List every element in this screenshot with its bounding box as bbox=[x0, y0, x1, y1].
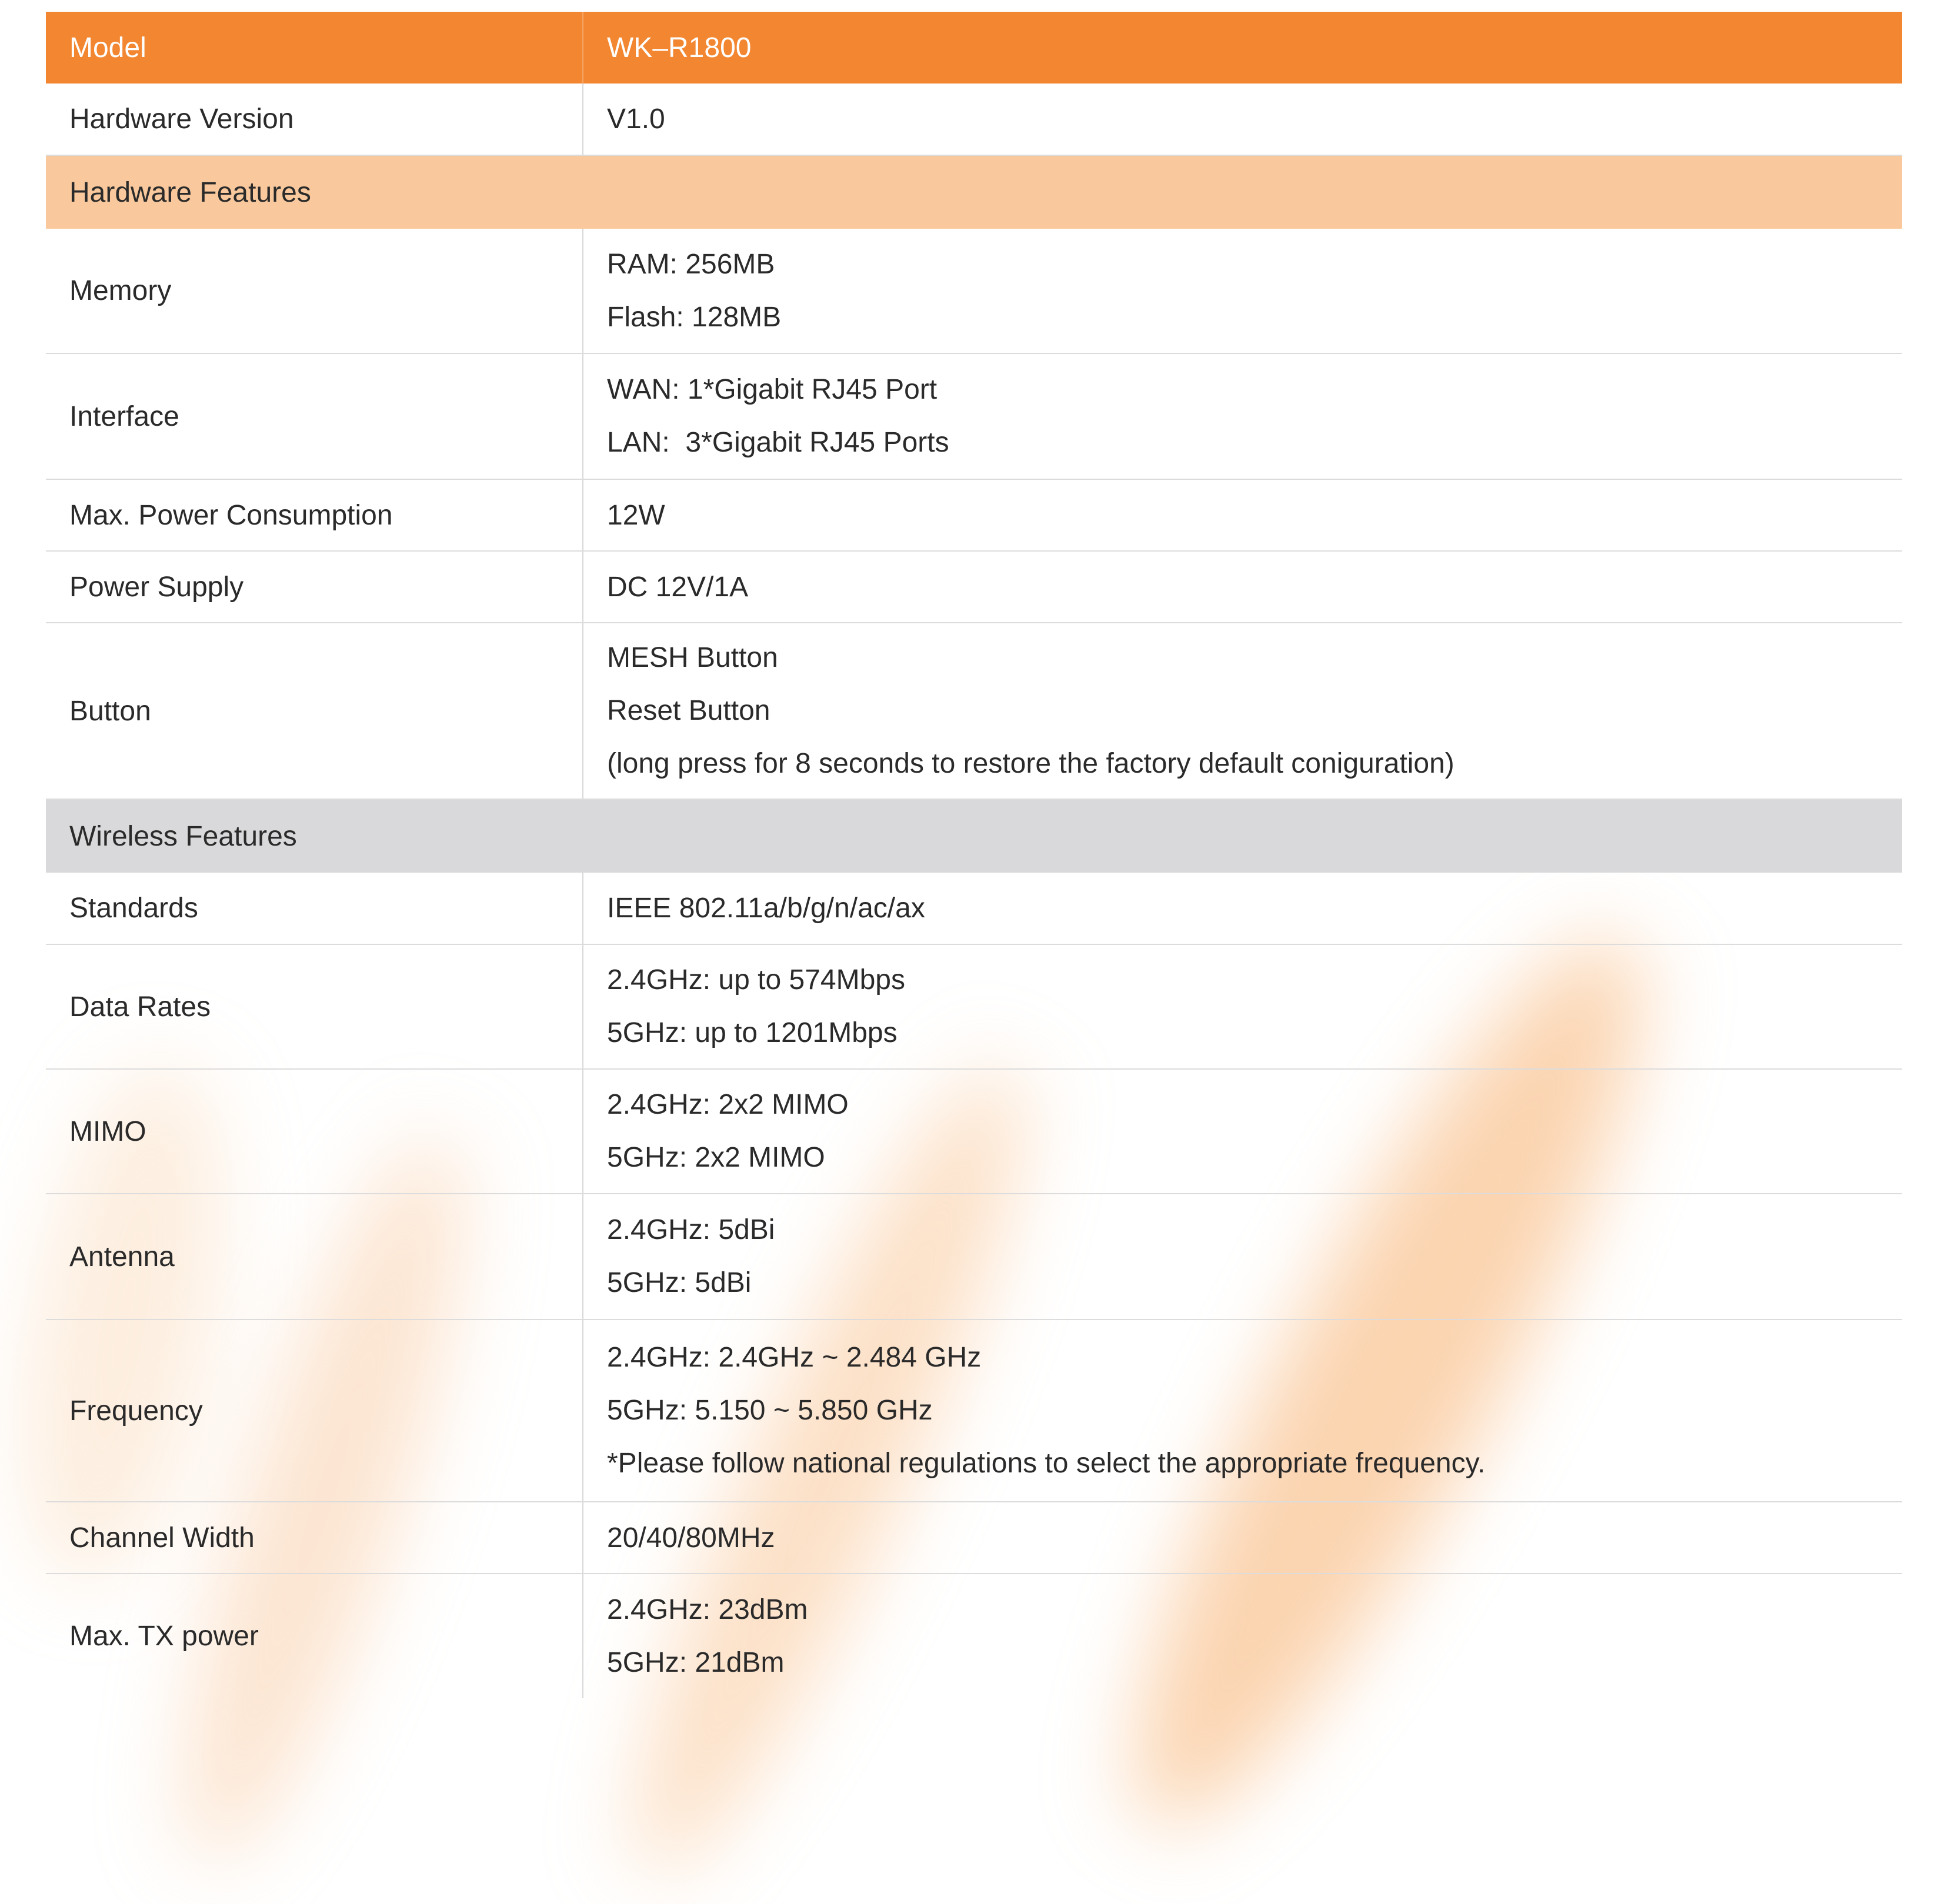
spec-value-line: *Please follow national regulations to s… bbox=[607, 1448, 1486, 1479]
section-header-wireless: Wireless Features bbox=[46, 799, 1902, 873]
spec-row-antenna: Antenna 2.4GHz: 5dBi 5GHz: 5dBi bbox=[46, 1194, 1902, 1320]
spec-label-antenna: Antenna bbox=[46, 1194, 583, 1320]
spec-row-interface: Interface WAN: 1*Gigabit RJ45 Port LAN: … bbox=[46, 353, 1902, 480]
spec-row-data-rates: Data Rates 2.4GHz: up to 574Mbps 5GHz: u… bbox=[46, 944, 1902, 1070]
spec-value-line: 2.4GHz: 23dBm bbox=[607, 1594, 808, 1625]
spec-label-standards: Standards bbox=[46, 873, 583, 945]
section-title-hardware: Hardware Features bbox=[46, 155, 1902, 229]
model-row: Model WK–R1800 bbox=[46, 12, 1902, 83]
spec-label-power-supply: Power Supply bbox=[46, 551, 583, 623]
spec-value-frequency: 2.4GHz: 2.4GHz ~ 2.484 GHz 5GHz: 5.150 ~… bbox=[583, 1320, 1902, 1502]
spec-value-antenna: 2.4GHz: 5dBi 5GHz: 5dBi bbox=[583, 1194, 1902, 1320]
spec-label-data-rates: Data Rates bbox=[46, 944, 583, 1070]
spec-value-line: LAN: 3*Gigabit RJ45 Ports bbox=[607, 427, 949, 458]
spec-row-mimo: MIMO 2.4GHz: 2x2 MIMO 5GHz: 2x2 MIMO bbox=[46, 1069, 1902, 1194]
hardware-version-row: Hardware Version V1.0 bbox=[46, 83, 1902, 156]
spec-value-line: 5GHz: 2x2 MIMO bbox=[607, 1142, 825, 1173]
spec-value-channel-width: 20/40/80MHz bbox=[583, 1502, 1902, 1574]
section-title-wireless: Wireless Features bbox=[46, 799, 1902, 873]
spec-label-channel-width: Channel Width bbox=[46, 1502, 583, 1574]
spec-row-tx-power: Max. TX power 2.4GHz: 23dBm 5GHz: 21dBm bbox=[46, 1574, 1902, 1698]
spec-value-line: 2.4GHz: 5dBi bbox=[607, 1214, 775, 1245]
section-header-hardware: Hardware Features bbox=[46, 155, 1902, 229]
spec-value-power-supply: DC 12V/1A bbox=[583, 551, 1902, 623]
spec-value-line: WAN: 1*Gigabit RJ45 Port bbox=[607, 374, 938, 405]
spec-value-button: MESH Button Reset Button (long press for… bbox=[583, 623, 1902, 800]
spec-label-frequency: Frequency bbox=[46, 1320, 583, 1502]
spec-value-tx-power: 2.4GHz: 23dBm 5GHz: 21dBm bbox=[583, 1574, 1902, 1698]
spec-row-button: Button MESH Button Reset Button (long pr… bbox=[46, 623, 1902, 800]
spec-value-line: Reset Button bbox=[607, 695, 770, 726]
spec-label-memory: Memory bbox=[46, 229, 583, 354]
spec-label-power-consumption: Max. Power Consumption bbox=[46, 479, 583, 552]
hardware-version-label: Hardware Version bbox=[46, 83, 583, 156]
spec-value-line: 5GHz: up to 1201Mbps bbox=[607, 1017, 898, 1048]
spec-label-button: Button bbox=[46, 623, 583, 800]
spec-label-mimo: MIMO bbox=[46, 1069, 583, 1194]
spec-value-line: Flash: 128MB bbox=[607, 301, 782, 333]
spec-row-frequency: Frequency 2.4GHz: 2.4GHz ~ 2.484 GHz 5GH… bbox=[46, 1320, 1902, 1502]
spec-value-power-consumption: 12W bbox=[583, 479, 1902, 552]
spec-row-power-consumption: Max. Power Consumption 12W bbox=[46, 479, 1902, 552]
spec-value-interface: WAN: 1*Gigabit RJ45 Port LAN: 3*Gigabit … bbox=[583, 353, 1902, 480]
spec-row-channel-width: Channel Width 20/40/80MHz bbox=[46, 1502, 1902, 1574]
spec-value-line: RAM: 256MB bbox=[607, 248, 775, 280]
spec-value-line: 5GHz: 5dBi bbox=[607, 1267, 752, 1298]
spec-value-line: (long press for 8 seconds to restore the… bbox=[607, 748, 1454, 779]
spec-row-power-supply: Power Supply DC 12V/1A bbox=[46, 551, 1902, 623]
spec-row-memory: Memory RAM: 256MB Flash: 128MB bbox=[46, 229, 1902, 354]
spec-row-standards: Standards IEEE 802.11a/b/g/n/ac/ax bbox=[46, 873, 1902, 945]
model-value: WK–R1800 bbox=[583, 12, 1902, 83]
spec-label-interface: Interface bbox=[46, 353, 583, 480]
spec-value-standards: IEEE 802.11a/b/g/n/ac/ax bbox=[583, 873, 1902, 945]
model-label: Model bbox=[46, 12, 583, 83]
spec-value-line: MESH Button bbox=[607, 642, 778, 673]
spec-value-line: 2.4GHz: 2.4GHz ~ 2.484 GHz bbox=[607, 1342, 982, 1373]
spec-value-memory: RAM: 256MB Flash: 128MB bbox=[583, 229, 1902, 354]
spec-value-line: 2.4GHz: 2x2 MIMO bbox=[607, 1089, 849, 1120]
spec-label-tx-power: Max. TX power bbox=[46, 1574, 583, 1698]
hardware-version-value: V1.0 bbox=[583, 83, 1902, 156]
spec-value-line: 5GHz: 21dBm bbox=[607, 1646, 785, 1678]
spec-value-line: 5GHz: 5.150 ~ 5.850 GHz bbox=[607, 1395, 933, 1426]
spec-table: Model WK–R1800 Hardware Version V1.0 Har… bbox=[46, 12, 1902, 1698]
spec-value-data-rates: 2.4GHz: up to 574Mbps 5GHz: up to 1201Mb… bbox=[583, 944, 1902, 1070]
spec-value-mimo: 2.4GHz: 2x2 MIMO 5GHz: 2x2 MIMO bbox=[583, 1069, 1902, 1194]
spec-value-line: 2.4GHz: up to 574Mbps bbox=[607, 964, 905, 996]
